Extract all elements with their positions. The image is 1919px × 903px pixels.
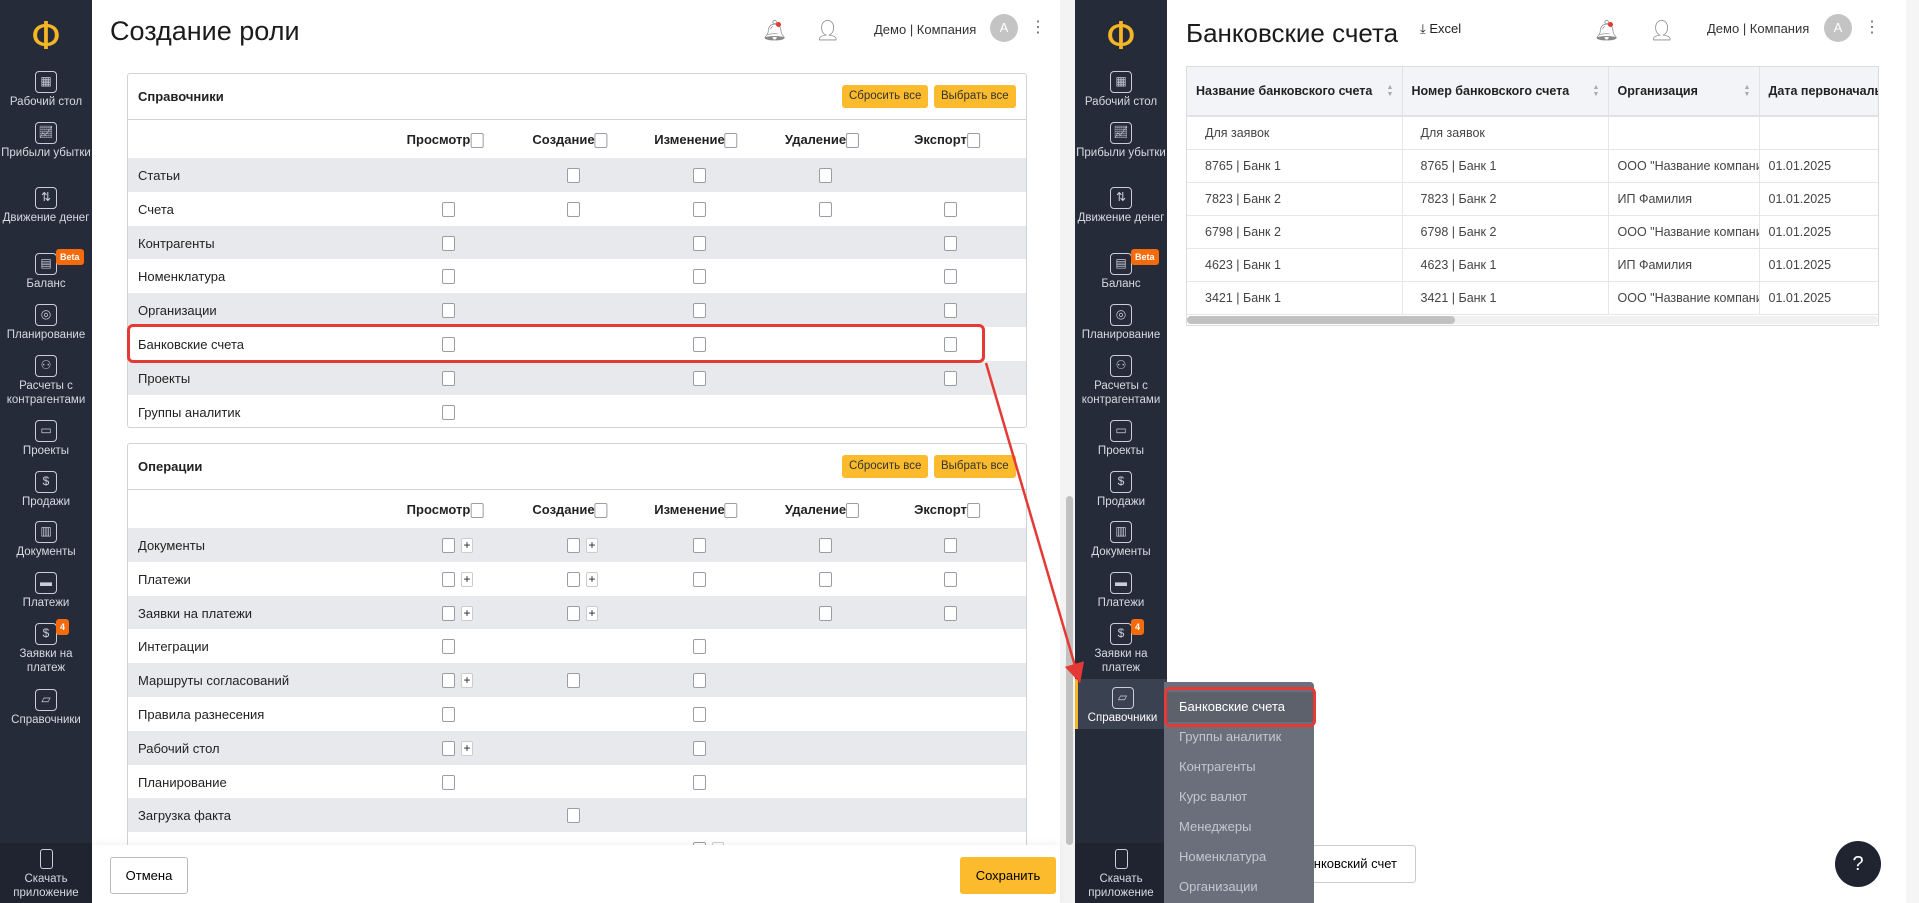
arrow-line <box>984 362 1085 684</box>
annotation-arrow <box>984 362 1085 684</box>
